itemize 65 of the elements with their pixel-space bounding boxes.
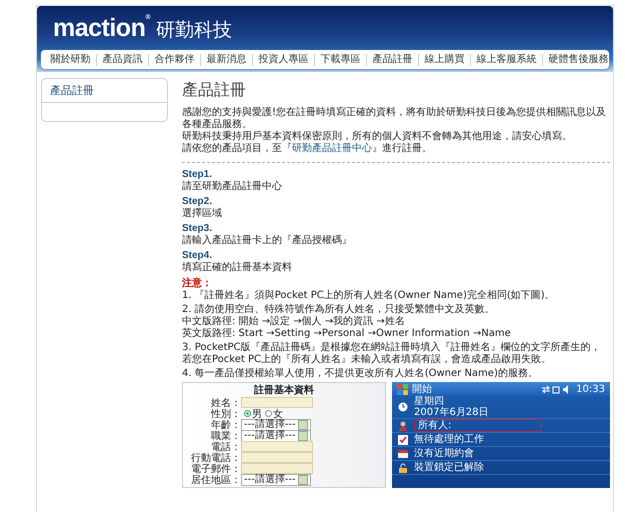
page-title: 產品註冊 xyxy=(182,80,247,101)
start-label: 開始 xyxy=(412,383,433,396)
intro-text: 研勤科技秉持用戶基本資料保密原則，所有的個人資料不會轉為其他用途，請安心填寫。 xyxy=(182,131,573,142)
text-field[interactable] xyxy=(241,441,313,452)
field-label: 姓名： xyxy=(211,396,241,408)
note-text: 中文版路徑: 開始 →設定 →個人 →我的資訊 →姓名 xyxy=(182,316,406,328)
dropdown[interactable]: ---請選擇--- xyxy=(241,474,311,486)
clock-icon xyxy=(398,402,408,412)
nav-link[interactable]: 下載專區 xyxy=(315,54,367,66)
calendar-icon xyxy=(398,448,408,458)
today-item[interactable]: 星期四 2007年6月28日 xyxy=(414,396,489,418)
field-label: 年齡： xyxy=(211,418,241,430)
sidebar-link[interactable]: 產品註冊 xyxy=(42,79,167,103)
today-item[interactable]: 無待處理的工作 xyxy=(414,434,484,445)
nav-link[interactable]: 硬體售後服務 xyxy=(543,54,614,66)
note-text: 3. PocketPC版『產品註冊碼』是根據您在網站註冊時填入『註冊姓名』欄位的文字所產生的，若您在Pocket PC上的『所有人姓名』未輸入或者填寫有誤，會造成產品啟用失敗。 xyxy=(182,342,602,366)
field-label: 性別： xyxy=(210,407,241,420)
field-label: 居住地區： xyxy=(190,473,241,486)
step-text: 請輸入產品註冊卡上的『產品授權碼』 xyxy=(182,235,353,247)
radio-label: 女 xyxy=(273,408,283,420)
note-text: 4. 每一產品僅授權給單人使用，不提供更改所有人姓名(Owner Name)的服務。 xyxy=(182,368,539,380)
company-name: 研勤科技 xyxy=(156,18,232,43)
text-field[interactable] xyxy=(241,397,313,408)
clock-time: 10:33 xyxy=(576,384,605,394)
radio-button[interactable] xyxy=(265,410,272,417)
step-title: Step3. xyxy=(182,223,214,234)
radio-label: 男 xyxy=(252,408,262,420)
form-title: 註冊基本資料 xyxy=(253,385,315,397)
intro-text: 請依您的產品項目，至『研勤產品註冊中心』進行註冊。 xyxy=(182,143,433,155)
nav-link[interactable]: 最新消息 xyxy=(201,54,253,66)
highlighted-item[interactable]: 所有人: xyxy=(414,419,542,432)
person-icon xyxy=(398,420,408,430)
intro-text: 感謝您的支持與愛護!您在註冊時填寫正確的資料，將有助於研勤科技日後為您提供相關訊息以及各種產品服務。 xyxy=(182,107,608,130)
padlock-icon xyxy=(398,462,408,472)
text-field[interactable] xyxy=(241,452,313,463)
radio-button[interactable] xyxy=(244,410,251,417)
nav-link[interactable]: 關於研勤 xyxy=(45,54,97,66)
field-label: 電子郵件： xyxy=(190,462,241,474)
today-item[interactable]: 裝置鎖定已解除 xyxy=(414,462,484,473)
flag-icon xyxy=(397,384,408,394)
step-text: 填寫正確的註冊基本資料 xyxy=(182,262,293,274)
step-title: Step4. xyxy=(182,250,214,262)
field-label: 職業： xyxy=(210,429,241,442)
nav-link[interactable]: 投資人專區 xyxy=(253,54,315,66)
nav-link[interactable]: 產品註冊 xyxy=(367,54,419,66)
field-label: 行動電話： xyxy=(190,451,241,464)
note-text: 2. 請勿使用空白、特殊符號作為所有人姓名，只接受繁體中文及英數。 xyxy=(182,304,496,316)
note-text: 英文版路徑: Start →Setting →Personal →Owner Information →Name xyxy=(182,328,512,340)
dropdown[interactable]: ---請選擇--- xyxy=(241,418,311,430)
step-text: 請至研勤產品註冊中心 xyxy=(182,181,283,193)
step-text: 選擇區域 xyxy=(182,208,223,220)
today-item[interactable]: 沒有近期約會 xyxy=(414,448,474,459)
step-title: Step2. xyxy=(182,196,214,208)
note-text: 1. 『註冊姓名』須與Pocket PC上的所有人姓名(Owner Name)完全相同(如下圖)。 xyxy=(182,290,556,302)
nav-link[interactable]: 線上購買 xyxy=(419,54,471,66)
step-title: Step1. xyxy=(182,169,214,180)
notes-title: 注意： xyxy=(182,278,213,290)
field-label: 電話： xyxy=(210,440,241,452)
nav-link[interactable]: 合作夥伴 xyxy=(149,54,201,66)
checklist-icon xyxy=(398,434,408,444)
nav-link[interactable]: 線上客服系統 xyxy=(471,54,543,66)
text-field[interactable] xyxy=(241,463,313,474)
registration-center-link[interactable]: 研勤產品註冊中心 xyxy=(292,143,372,154)
dropdown[interactable]: ---請選擇--- xyxy=(241,430,311,442)
nav-link[interactable]: 產品資訊 xyxy=(97,54,149,66)
